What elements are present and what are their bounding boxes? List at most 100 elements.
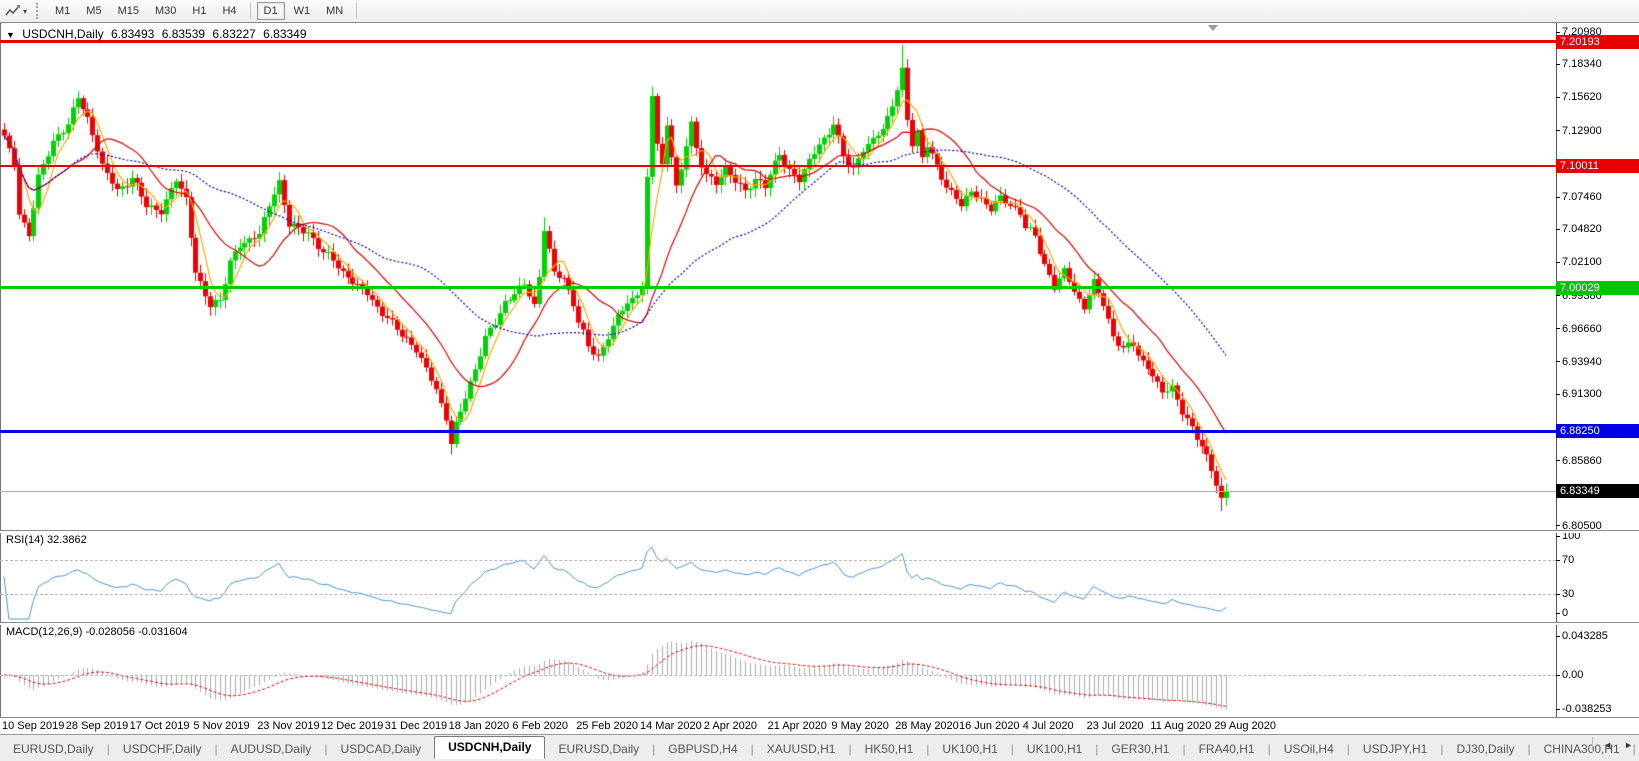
rsi-label: RSI(14) 32.3862 [6,534,87,546]
price-tick-mark [1556,525,1560,526]
chart-tab-xauusd[interactable]: XAUUSD,H1 [754,742,849,756]
date-axis-label: 31 Dec 2019 [385,720,447,732]
tab-scroll-right-icon[interactable]: ► [1622,738,1635,752]
chart-tab-eurusd[interactable]: EURUSD,Daily [0,742,107,756]
drawing-tool-button[interactable]: ▾ [0,2,32,20]
rsi-tick-mark [1556,560,1560,561]
price-tick-mark [1556,295,1560,296]
chart-tab-usdcnh[interactable]: USDCNH,Daily [434,736,545,759]
timeframe-button-m1[interactable]: M1 [48,2,77,20]
date-axis-label: 4 Jul 2020 [1023,720,1074,732]
price-tick-label: 6.96660 [1562,323,1602,335]
timeframe-button-h4[interactable]: H4 [215,2,243,20]
collapse-triangle-icon[interactable]: ▼ [6,30,15,40]
rsi-level-line [0,594,1556,595]
date-axis-label: 6 Feb 2020 [512,720,568,732]
timeframe-button-d1[interactable]: D1 [257,2,285,20]
date-axis-label: 18 Jan 2020 [449,720,510,732]
tab-scroll-left-icon[interactable]: ◄ [1601,738,1614,752]
date-axis-label: 17 Oct 2019 [130,720,190,732]
chart-tab-uk100[interactable]: UK100,H1 [1014,742,1095,756]
date-axis-label: 25 Feb 2020 [576,720,638,732]
price-tick-mark [1556,64,1560,65]
chart-tab-fra40[interactable]: FRA40,H1 [1186,742,1268,756]
timeframe-button-group: M1M5M15M30H1H4 D1W1MN [47,2,362,20]
pane-separator-rsi-macd[interactable] [0,622,1639,625]
chart-tab-bar: EURUSD,Daily|USDCHF,Daily|AUDUSD,Daily|U… [0,734,1639,761]
price-tick-label: 7.18340 [1562,58,1602,70]
macd-label: MACD(12,26,9) -0.028056 -0.031604 [6,626,188,638]
rsi-level-line [0,560,1556,561]
pane-separator-main-rsi[interactable] [0,530,1639,533]
rsi-tick-label: 70 [1562,554,1574,566]
macd-tick-mark [1556,636,1560,637]
chart-tab-usdcad[interactable]: USDCAD,Daily [327,742,434,756]
chart-tab-dj30[interactable]: DJ30,Daily [1443,742,1527,756]
toolbar-grip[interactable] [36,3,41,19]
price-tick-mark [1556,361,1560,362]
date-axis-label: 23 Jul 2020 [1087,720,1144,732]
chart-tab-hk50[interactable]: HK50,H1 [852,742,927,756]
price-tick-mark [1556,97,1560,98]
timeframe-button-h1[interactable]: H1 [185,2,213,20]
chart-tab-uk100[interactable]: UK100,H1 [929,742,1010,756]
date-axis-label: 11 Aug 2020 [1150,720,1211,732]
horizontal-level-line[interactable] [0,491,1556,492]
macd-zero-line [0,675,1556,676]
price-chart-canvas[interactable] [0,23,1556,717]
price-tag: 6.88250 [1556,424,1639,438]
chart-title: ▼ USDCNH,Daily 6.83493 6.83539 6.83227 6… [6,27,311,41]
rsi-tick-mark [1556,613,1560,614]
date-axis-label: 2 Apr 2020 [704,720,757,732]
ohlc-high: 6.83539 [162,27,205,41]
price-tick-label: 7.02100 [1562,256,1602,268]
horizontal-level-line[interactable] [0,430,1556,433]
ohlc-close: 6.83349 [263,27,306,41]
toolbar-separator [356,3,357,19]
price-tag: 7.10011 [1556,159,1639,173]
chart-tab-usoil[interactable]: USOil,H4 [1271,742,1347,756]
price-tick-label: 7.15620 [1562,91,1602,103]
chart-tab-ger30[interactable]: GER30,H1 [1098,742,1182,756]
macd-tick-label: 0.043285 [1562,630,1608,642]
timeframe-button-mn[interactable]: MN [319,2,350,20]
price-tick-label: 6.93940 [1562,356,1602,368]
pane-separator-macd-dates [0,717,1639,720]
price-tick-mark [1556,229,1560,230]
rsi-tick-label: 30 [1562,588,1574,600]
price-tick-label: 7.04820 [1562,223,1602,235]
rsi-tick-label: 0 [1562,607,1568,619]
price-tick-mark [1556,197,1560,198]
chart-shift-marker-icon[interactable] [1208,25,1218,31]
timeframe-button-w1[interactable]: W1 [287,2,318,20]
toolbar-separator [250,3,251,19]
chart-tab-eurusd[interactable]: EURUSD,Daily [545,742,652,756]
chart-tab-usdchf[interactable]: USDCHF,Daily [110,742,215,756]
timeframe-button-m5[interactable]: M5 [79,2,108,20]
horizontal-level-line[interactable] [0,165,1556,167]
date-axis-label: 28 May 2020 [895,720,959,732]
price-tick-mark [1556,328,1560,329]
chart-tab-gbpusd[interactable]: GBPUSD,H4 [655,742,750,756]
chart-tab-audusd[interactable]: AUDUSD,Daily [218,742,325,756]
price-tick-mark [1556,262,1560,263]
price-tag: 7.20193 [1556,35,1639,49]
ohlc-low: 6.83227 [212,27,255,41]
chevron-down-icon: ▾ [23,7,27,16]
drawing-tool-icon [5,4,21,18]
timeframe-button-m30[interactable]: M30 [148,2,183,20]
tab-scroll-buttons: ◄ ► [1592,737,1635,753]
date-axis-label: 23 Nov 2019 [257,720,319,732]
price-tick-label: 7.12900 [1562,125,1602,137]
macd-tick-mark [1556,709,1560,710]
timeframe-button-m15[interactable]: M15 [111,2,146,20]
tab-scroll-divider [1592,737,1593,753]
date-axis-label: 28 Sep 2019 [66,720,128,732]
price-tag: 7.00029 [1556,281,1639,295]
price-tick-label: 7.07460 [1562,191,1602,203]
date-axis-label: 29 Aug 2020 [1214,720,1276,732]
macd-tick-mark [1556,675,1560,676]
date-axis-label: 5 Nov 2019 [193,720,249,732]
chart-tab-usdjpy[interactable]: USDJPY,H1 [1350,742,1440,756]
horizontal-level-line[interactable] [0,286,1556,289]
